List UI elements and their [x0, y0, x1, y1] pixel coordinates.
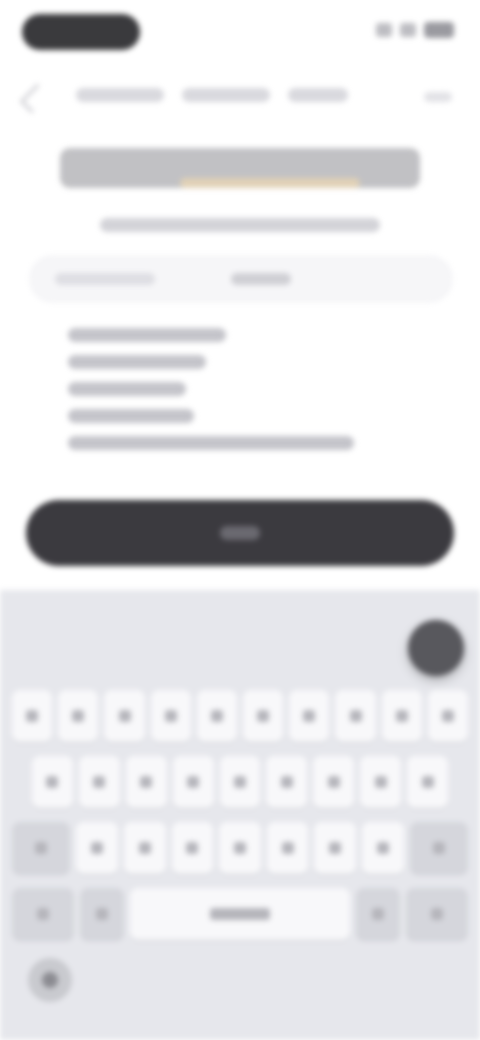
- globe-icon[interactable]: [28, 958, 72, 1002]
- period-key[interactable]: [356, 888, 401, 940]
- key[interactable]: [360, 756, 402, 808]
- search-input[interactable]: [30, 256, 452, 302]
- key[interactable]: [171, 822, 214, 874]
- key[interactable]: [78, 756, 120, 808]
- key[interactable]: [243, 690, 284, 742]
- primary-button-label: [220, 526, 260, 540]
- search-placeholder: [55, 273, 155, 285]
- floating-action-icon[interactable]: [408, 620, 464, 676]
- more-icon[interactable]: [424, 92, 452, 102]
- key[interactable]: [427, 690, 469, 742]
- key[interactable]: [407, 756, 449, 808]
- key[interactable]: [12, 690, 53, 742]
- key[interactable]: [266, 756, 308, 808]
- list-item: [68, 328, 226, 342]
- signal-icon: [376, 23, 392, 37]
- status-icons: [376, 22, 454, 38]
- key[interactable]: [314, 822, 357, 874]
- key[interactable]: [313, 756, 355, 808]
- keyboard-row-3: [12, 822, 468, 874]
- key[interactable]: [172, 756, 214, 808]
- key[interactable]: [335, 690, 376, 742]
- key[interactable]: [76, 822, 118, 874]
- key[interactable]: [123, 822, 166, 874]
- key[interactable]: [219, 822, 261, 874]
- key[interactable]: [32, 756, 73, 808]
- key[interactable]: [104, 690, 145, 742]
- keyboard-row-1: [12, 690, 469, 742]
- battery-icon: [424, 22, 454, 38]
- list-item: [68, 409, 194, 423]
- status-time-pill: [22, 14, 140, 50]
- content-list: [68, 328, 354, 463]
- list-item: [68, 436, 354, 450]
- backspace-key[interactable]: [409, 822, 468, 874]
- return-key[interactable]: [406, 888, 468, 940]
- keyboard: [0, 590, 480, 1040]
- key[interactable]: [196, 690, 238, 742]
- key[interactable]: [58, 690, 99, 742]
- key[interactable]: [266, 822, 309, 874]
- key[interactable]: [381, 690, 422, 742]
- wifi-icon: [400, 23, 416, 37]
- search-placeholder-secondary: [231, 273, 291, 285]
- page-title: [60, 148, 420, 192]
- emoji-key[interactable]: [79, 888, 124, 940]
- breadcrumb-item[interactable]: [288, 88, 348, 102]
- list-item: [68, 382, 186, 396]
- key[interactable]: [289, 690, 330, 742]
- nav-bar: [0, 78, 480, 118]
- page-subtitle: [100, 218, 380, 232]
- numbers-key[interactable]: [12, 888, 74, 940]
- space-key[interactable]: [129, 888, 351, 940]
- keyboard-row-4: [12, 888, 468, 940]
- key[interactable]: [150, 690, 191, 742]
- shift-key[interactable]: [12, 822, 71, 874]
- keyboard-row-2: [32, 756, 449, 808]
- back-chevron-icon[interactable]: [19, 83, 50, 114]
- title-highlight: [180, 178, 360, 188]
- status-bar: [0, 0, 480, 64]
- key[interactable]: [125, 756, 167, 808]
- primary-button[interactable]: [26, 500, 454, 566]
- list-item: [68, 355, 206, 369]
- breadcrumb-item[interactable]: [76, 88, 164, 102]
- key[interactable]: [362, 822, 404, 874]
- breadcrumb-item[interactable]: [182, 88, 270, 102]
- key[interactable]: [219, 756, 261, 808]
- breadcrumb: [76, 88, 348, 102]
